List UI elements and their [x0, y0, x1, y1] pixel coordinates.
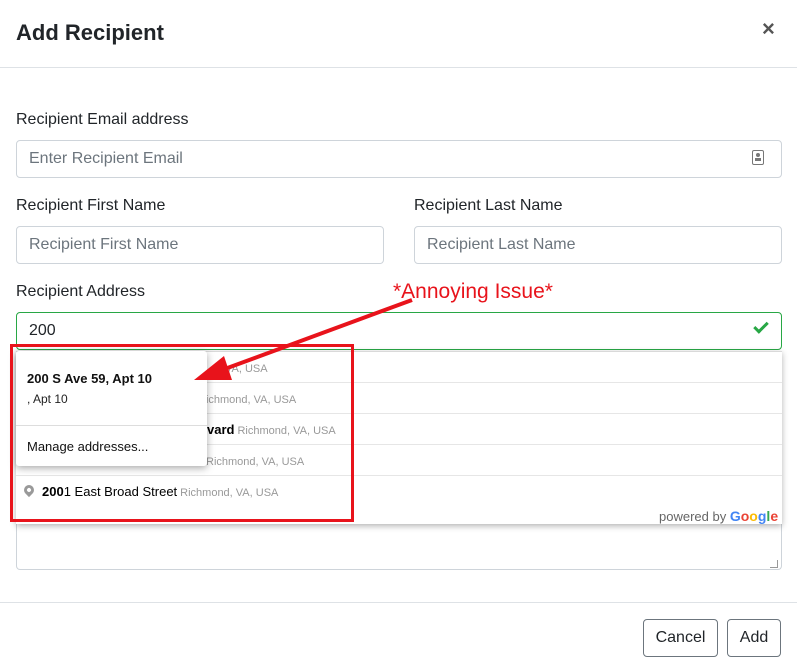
- powered-by-google: powered by Google: [659, 508, 778, 524]
- annotation-highlight-box: [10, 344, 354, 522]
- last-name-label: Recipient Last Name: [414, 197, 563, 214]
- modal-title: Add Recipient: [16, 20, 164, 45]
- google-logo: Google: [729, 508, 779, 524]
- last-name-field[interactable]: Recipient Last Name: [414, 226, 782, 264]
- address-label: Recipient Address: [16, 283, 145, 300]
- first-name-field[interactable]: Recipient First Name: [16, 226, 384, 264]
- close-button[interactable]: ×: [762, 18, 775, 40]
- footer-divider: [0, 602, 797, 603]
- cancel-button[interactable]: Cancel: [643, 619, 718, 657]
- powered-by-text: powered by: [659, 509, 727, 524]
- email-label: Recipient Email address: [16, 111, 189, 128]
- contact-card-icon[interactable]: [752, 150, 764, 165]
- first-name-label: Recipient First Name: [16, 197, 166, 214]
- annotation-text: *Annoying Issue*: [393, 280, 553, 303]
- modal-header: Add Recipient ×: [0, 0, 797, 68]
- resize-handle-icon[interactable]: [770, 560, 778, 568]
- email-field[interactable]: Enter Recipient Email: [16, 140, 782, 178]
- add-button[interactable]: Add: [727, 619, 781, 657]
- notes-textarea[interactable]: [16, 520, 782, 570]
